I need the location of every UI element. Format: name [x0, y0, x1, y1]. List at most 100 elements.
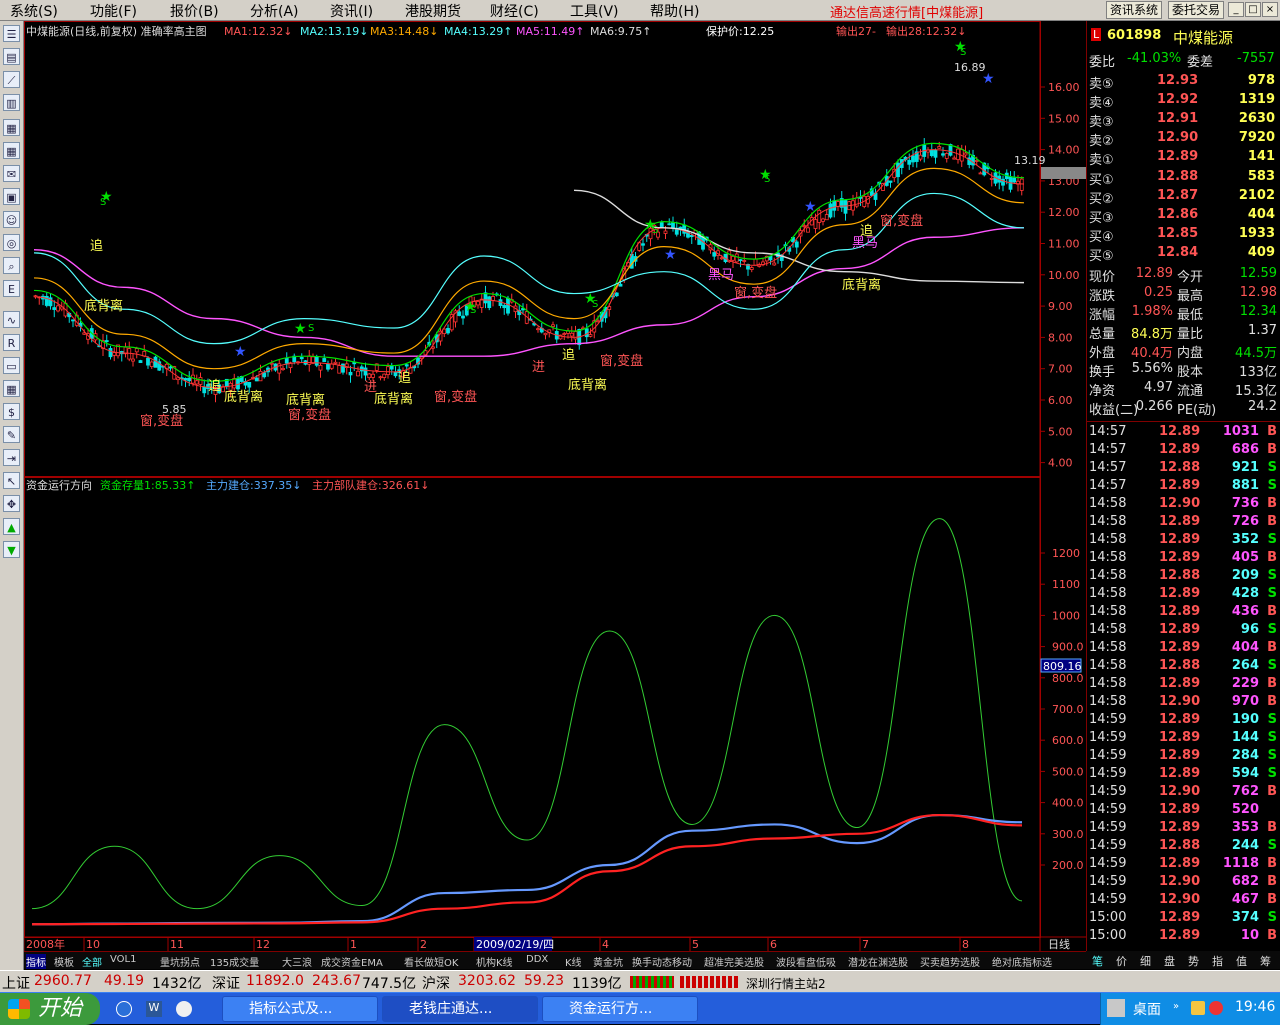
- start-button[interactable]: 开始: [0, 993, 100, 1025]
- menu-hk-futures[interactable]: 港股期货: [405, 1, 461, 21]
- quote-list-icon[interactable]: ☰: [3, 25, 20, 42]
- pen-icon[interactable]: ✎: [3, 426, 20, 443]
- info-system-button[interactable]: 资讯系统: [1106, 1, 1163, 19]
- indicator-tab[interactable]: 成交资金EMA: [321, 954, 383, 969]
- indicator-tabs: 指标 模板 全部 VOL1 量坑拐点 135成交量 大三浪 成交资金EMA 看长做短OK 机构K线…: [24, 951, 1086, 969]
- wave-icon[interactable]: ∿: [3, 311, 20, 328]
- sound-icon[interactable]: [1191, 1001, 1205, 1015]
- cursor-icon[interactable]: ↖: [3, 472, 20, 489]
- tick-row: 14:58 12.89 229 B: [1087, 675, 1280, 693]
- menu-info[interactable]: 资讯(I): [330, 1, 373, 21]
- close-icon[interactable]: ×: [1262, 2, 1278, 17]
- menu-analysis[interactable]: 分析(A): [250, 1, 299, 21]
- trade-button[interactable]: 委托交易: [1168, 1, 1225, 19]
- arrow-down-icon[interactable]: ▼: [3, 541, 20, 558]
- indicator-tab[interactable]: 潜龙在渊选股: [848, 954, 908, 969]
- maximize-icon[interactable]: □: [1245, 2, 1261, 17]
- indicator-tab[interactable]: 换手动态移动: [632, 954, 692, 969]
- kline-chart-svg[interactable]: 中煤能源(日线,前复权) 准确率高主图 MA1:12.32↓ MA2:13.19…: [23, 21, 1086, 951]
- arrow-up-icon[interactable]: ▲: [3, 518, 20, 535]
- market-icon[interactable]: ▤: [3, 48, 20, 65]
- calc-icon[interactable]: ▦: [3, 380, 20, 397]
- clock-app-icon[interactable]: [176, 1001, 192, 1017]
- chart-area[interactable]: 中煤能源(日线,前复权) 准确率高主图 MA1:12.32↓ MA2:13.19…: [23, 21, 1086, 951]
- ask-row[interactable]: 卖② 12.90 7920: [1087, 129, 1280, 149]
- security-icon[interactable]: [1209, 1001, 1223, 1015]
- indicator-tab[interactable]: 机构K线: [476, 954, 513, 969]
- right-tab[interactable]: 势: [1188, 953, 1199, 969]
- word-icon[interactable]: W: [146, 1001, 162, 1017]
- menu-function[interactable]: 功能(F): [90, 1, 137, 21]
- menu-finance[interactable]: 财经(C): [490, 1, 539, 21]
- indicator-tab[interactable]: 黄金坑: [593, 954, 623, 969]
- report-icon[interactable]: ▦: [3, 119, 20, 136]
- right-tab[interactable]: 盘: [1164, 953, 1175, 969]
- table-icon[interactable]: ▦: [3, 142, 20, 159]
- indicator-tab[interactable]: 指标: [26, 954, 46, 969]
- right-tab[interactable]: 指: [1212, 953, 1223, 969]
- bid-price: 12.84: [1157, 245, 1199, 260]
- bid-price: 12.86: [1157, 207, 1199, 222]
- price-axis-label: 12.00: [1048, 206, 1080, 219]
- indicator-tab[interactable]: DDX: [526, 954, 548, 965]
- task-formula[interactable]: 指标公式及...: [222, 996, 378, 1022]
- indicator-tab[interactable]: 买卖趋势选股: [920, 954, 980, 969]
- indicator-tab[interactable]: 波段看盘低吸: [776, 954, 836, 969]
- ask-row[interactable]: 卖③ 12.91 2630: [1087, 110, 1280, 130]
- menu-tools[interactable]: 工具(V): [570, 1, 619, 21]
- ask-row[interactable]: 卖⑤ 12.93 978: [1087, 72, 1280, 92]
- candle-body: [367, 373, 372, 379]
- indicator-tab[interactable]: 量坑拐点: [160, 954, 200, 969]
- task-tdx[interactable]: 老钱庄通达...: [382, 996, 538, 1022]
- candle-body: [104, 340, 109, 342]
- indicator-tab[interactable]: 模板: [54, 954, 74, 969]
- tick-direction: S: [1267, 532, 1277, 547]
- indicator-tab[interactable]: 大三浪: [282, 954, 312, 969]
- indicator-tab[interactable]: K线: [565, 954, 582, 969]
- etf-icon[interactable]: E: [3, 280, 20, 297]
- folder-icon[interactable]: ▣: [3, 188, 20, 205]
- monitor-icon[interactable]: ◎: [3, 234, 20, 251]
- menu-help[interactable]: 帮助(H): [650, 1, 699, 21]
- price-axis: 16.0015.0014.0013.0012.0011.0010.009.008…: [1040, 81, 1080, 470]
- dollar-icon[interactable]: $: [3, 403, 20, 420]
- right-tab[interactable]: 价: [1116, 953, 1127, 969]
- price-axis-label: 5.00: [1048, 425, 1073, 438]
- export-icon[interactable]: ⇥: [3, 449, 20, 466]
- minimize-icon[interactable]: _: [1228, 2, 1244, 17]
- menu-system[interactable]: 系统(S): [10, 1, 58, 21]
- expand-tray-icon[interactable]: »: [1173, 1001, 1179, 1012]
- indicator-tab[interactable]: VOL1: [110, 954, 136, 965]
- bid-row[interactable]: 买② 12.87 2102: [1087, 187, 1280, 207]
- indicator-tab[interactable]: 看长做短OK: [404, 954, 458, 969]
- indicator-tab[interactable]: 超准完美选股: [704, 954, 764, 969]
- bid-row[interactable]: 买④ 12.85 1933: [1087, 225, 1280, 245]
- desktop-label[interactable]: 桌面: [1133, 999, 1161, 1019]
- ask-row[interactable]: 卖① 12.89 141: [1087, 148, 1280, 168]
- candle-body: [907, 160, 912, 165]
- move-icon[interactable]: ✥: [3, 495, 20, 512]
- right-tab[interactable]: 细: [1140, 953, 1151, 969]
- right-tab[interactable]: 值: [1236, 953, 1247, 969]
- news-icon[interactable]: ✉: [3, 165, 20, 182]
- indicator-tab[interactable]: 绝对底指标选: [992, 954, 1052, 969]
- indicator-icon[interactable]: R: [3, 334, 20, 351]
- indicator-tab[interactable]: 全部: [82, 954, 102, 969]
- right-tab[interactable]: 笔: [1092, 953, 1103, 969]
- right-tab[interactable]: 筹: [1260, 953, 1271, 969]
- bid-row[interactable]: 买① 12.88 583: [1087, 168, 1280, 188]
- doc-icon[interactable]: ▭: [3, 357, 20, 374]
- ie-icon[interactable]: [116, 1001, 132, 1017]
- indicator-tab[interactable]: 135成交量: [210, 954, 259, 969]
- tick-time: 14:58: [1089, 622, 1127, 637]
- kline-icon[interactable]: ▥: [3, 94, 20, 111]
- search-icon[interactable]: ⌕: [3, 257, 20, 274]
- menu-quote[interactable]: 报价(B): [170, 1, 219, 21]
- bid-row[interactable]: 买⑤ 12.84 409: [1087, 244, 1280, 264]
- show-desktop-icon[interactable]: [1107, 999, 1125, 1017]
- users-icon[interactable]: ☺: [3, 211, 20, 228]
- bid-row[interactable]: 买③ 12.86 404: [1087, 206, 1280, 226]
- ask-row[interactable]: 卖④ 12.92 1319: [1087, 91, 1280, 111]
- line-chart-icon[interactable]: ⟋: [3, 71, 20, 88]
- task-fund[interactable]: 资金运行方...: [542, 996, 698, 1022]
